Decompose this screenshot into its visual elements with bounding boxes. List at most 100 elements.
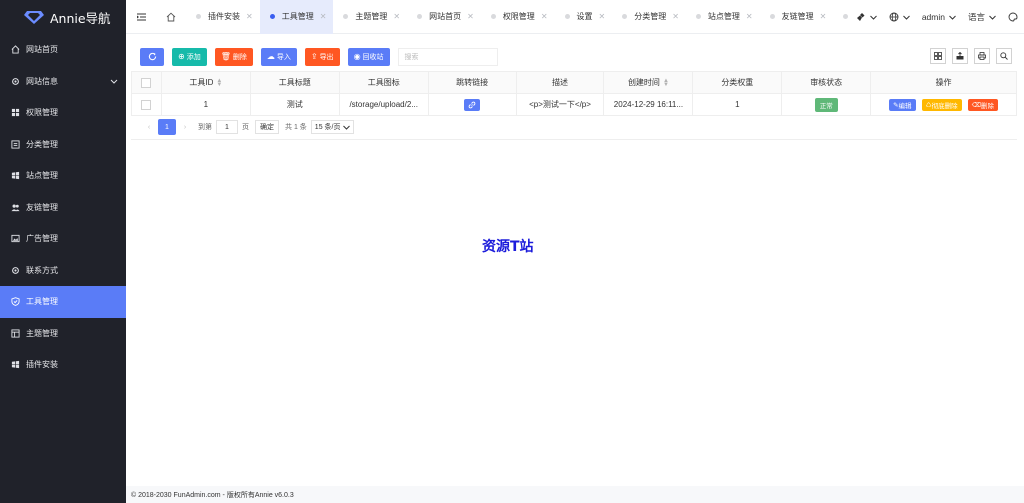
print-button[interactable] xyxy=(974,48,990,64)
column-header: 描述 xyxy=(515,71,605,94)
tab-dot xyxy=(769,14,775,19)
gear-icon xyxy=(11,77,20,86)
tab-dot xyxy=(622,14,628,19)
page-number[interactable]: 1 xyxy=(158,119,176,135)
row-checkbox[interactable] xyxy=(141,99,152,110)
sidebar-item-links[interactable]: 友链管理 xyxy=(0,192,126,224)
goto-confirm-button[interactable]: 确定 xyxy=(255,120,279,134)
edit-button[interactable]: ✎ 编辑 xyxy=(889,98,916,111)
chevron-down-icon xyxy=(869,15,877,20)
close-icon[interactable]: ✕ xyxy=(746,12,753,21)
chevron-down-icon xyxy=(989,15,996,20)
page-size-select[interactable]: 15 条/页 xyxy=(310,120,355,134)
close-icon[interactable]: ✕ xyxy=(246,12,253,21)
table-row: 1 测试 /storage/upload/2... <p>测试一下</p> 20… xyxy=(131,93,1017,116)
sidebar-item-permissions[interactable]: 权限管理 xyxy=(0,97,126,129)
sidebar-item-themes[interactable]: 主题管理 xyxy=(0,318,126,350)
language-label: 语言 xyxy=(967,12,985,22)
clear-cache-button[interactable] xyxy=(850,0,883,34)
home-icon xyxy=(11,45,20,54)
tab-sites[interactable]: 站点管理 ✕ xyxy=(686,0,760,34)
chevron-down-icon xyxy=(949,15,956,20)
print-icon xyxy=(978,52,986,60)
tab-dot xyxy=(343,14,349,19)
sidebar-item-site-info[interactable]: 网站信息 xyxy=(0,66,126,98)
windows-icon xyxy=(11,171,20,180)
import-button[interactable]: ☁ 导入 xyxy=(260,47,297,66)
tab-permissions[interactable]: 权限管理 ✕ xyxy=(481,0,555,34)
sidebar-item-contact[interactable]: 联系方式 xyxy=(0,255,126,287)
goto-page-input[interactable]: 1 xyxy=(216,120,238,134)
divider xyxy=(131,139,1017,140)
tab-links[interactable]: 友链管理 ✕ xyxy=(760,0,834,34)
select-all-checkbox[interactable] xyxy=(141,77,152,88)
cell-status: 正常 xyxy=(781,93,872,116)
status-badge[interactable]: 正常 xyxy=(814,97,838,112)
column-header[interactable]: 工具ID ▲ ▼ xyxy=(160,71,251,94)
delete-row-button[interactable]: ⌫ 删除 xyxy=(967,98,999,111)
close-icon[interactable]: ✕ xyxy=(541,12,548,21)
sidebar-item-categories[interactable]: 分类管理 xyxy=(0,129,126,161)
tab-label: 分类管理 xyxy=(634,12,667,21)
cell-created: 2024-12-29 16:11... xyxy=(603,93,694,116)
link-button[interactable] xyxy=(464,98,481,111)
tab-dot xyxy=(695,14,701,19)
tab-categories[interactable]: 分类管理 ✕ xyxy=(612,0,686,34)
refresh-button[interactable] xyxy=(140,47,164,66)
next-page-icon[interactable]: › xyxy=(176,119,194,135)
tab-plugins[interactable]: 插件安装 ✕ xyxy=(186,0,260,34)
close-icon[interactable]: ✕ xyxy=(320,12,327,21)
recycle-bin-button[interactable]: ◉ 回收站 xyxy=(347,47,390,66)
delete-button[interactable]: 🗑 删除 xyxy=(214,47,253,66)
cell-weight: 1 xyxy=(692,93,783,116)
cell-title: 测试 xyxy=(249,93,340,116)
tab-home[interactable]: 网站首页 ✕ xyxy=(407,0,481,34)
theme-settings-button[interactable] xyxy=(1002,0,1024,34)
close-icon[interactable]: ✕ xyxy=(820,12,827,21)
sidebar-item-sites[interactable]: 站点管理 xyxy=(0,160,126,192)
sidebar-item-label: 友链管理 xyxy=(26,202,58,212)
export-button[interactable]: ⇪ 导出 xyxy=(304,47,340,66)
force-delete-label: 彻底删除 xyxy=(931,102,958,110)
user-menu[interactable]: admin xyxy=(916,0,962,34)
logo[interactable]: Annie导航 xyxy=(0,0,126,34)
close-icon[interactable]: ✕ xyxy=(672,12,679,21)
tab-settings[interactable]: 设置 ✕ xyxy=(555,0,613,34)
close-icon[interactable]: ✕ xyxy=(599,12,606,21)
close-icon[interactable]: ✕ xyxy=(393,12,400,21)
tab-dot xyxy=(564,14,570,19)
force-delete-button[interactable]: ♺ 彻底删除 xyxy=(921,98,962,111)
menu-toggle-icon[interactable] xyxy=(126,0,156,34)
sidebar-item-tools[interactable]: 工具管理 xyxy=(0,286,126,318)
column-header: 审核状态 xyxy=(781,71,872,94)
tab-label: 友链管理 xyxy=(781,12,814,21)
globe-button[interactable] xyxy=(883,0,916,34)
pagination: ‹ 1 › 到第 1 页 确定 共 1 条 15 条/页 xyxy=(140,119,355,135)
sidebar-item-home[interactable]: 网站首页 xyxy=(0,34,126,66)
sidebar-item-ads[interactable]: 广告管理 xyxy=(0,223,126,255)
tab-dot xyxy=(417,14,423,19)
column-header[interactable]: 创建时间 ▲ ▼ xyxy=(603,71,694,94)
columns-toggle-button[interactable] xyxy=(930,48,946,64)
export-table-button[interactable] xyxy=(952,48,968,64)
diamond-logo-icon xyxy=(24,11,44,24)
tab-bar: 插件安装 ✕ 工具管理 ✕ 主题管理 ✕ 网站首页 ✕ 权限管理 ✕ 设置 ✕ 分类管理 ✕ … xyxy=(186,0,862,34)
prev-page-icon[interactable]: ‹ xyxy=(140,119,158,135)
sort-icon[interactable]: ▲ ▼ xyxy=(216,78,222,88)
add-button[interactable]: ⊕ 添加 xyxy=(172,47,207,66)
sort-icon[interactable]: ▲ ▼ xyxy=(663,78,669,88)
footer: © 2018-2030 FunAdmin.com - 版权所有Annie v6.… xyxy=(126,486,1024,503)
sidebar-item-label: 网站首页 xyxy=(26,45,58,55)
sidebar-item-label: 插件安装 xyxy=(26,360,58,370)
tab-themes[interactable]: 主题管理 ✕ xyxy=(333,0,407,34)
cell-link xyxy=(427,93,517,116)
home-icon[interactable] xyxy=(156,0,186,34)
close-icon[interactable]: ✕ xyxy=(467,12,474,21)
sidebar-item-plugins[interactable]: 插件安装 xyxy=(0,349,126,381)
sidebar-item-label: 广告管理 xyxy=(26,234,58,244)
search-toggle-button[interactable] xyxy=(996,48,1012,64)
search-input[interactable]: 搜索 xyxy=(397,47,498,66)
tab-tools[interactable]: 工具管理 ✕ xyxy=(259,0,334,34)
edit-label: 编辑 xyxy=(898,102,912,110)
language-menu[interactable]: 语言 xyxy=(962,0,1002,34)
